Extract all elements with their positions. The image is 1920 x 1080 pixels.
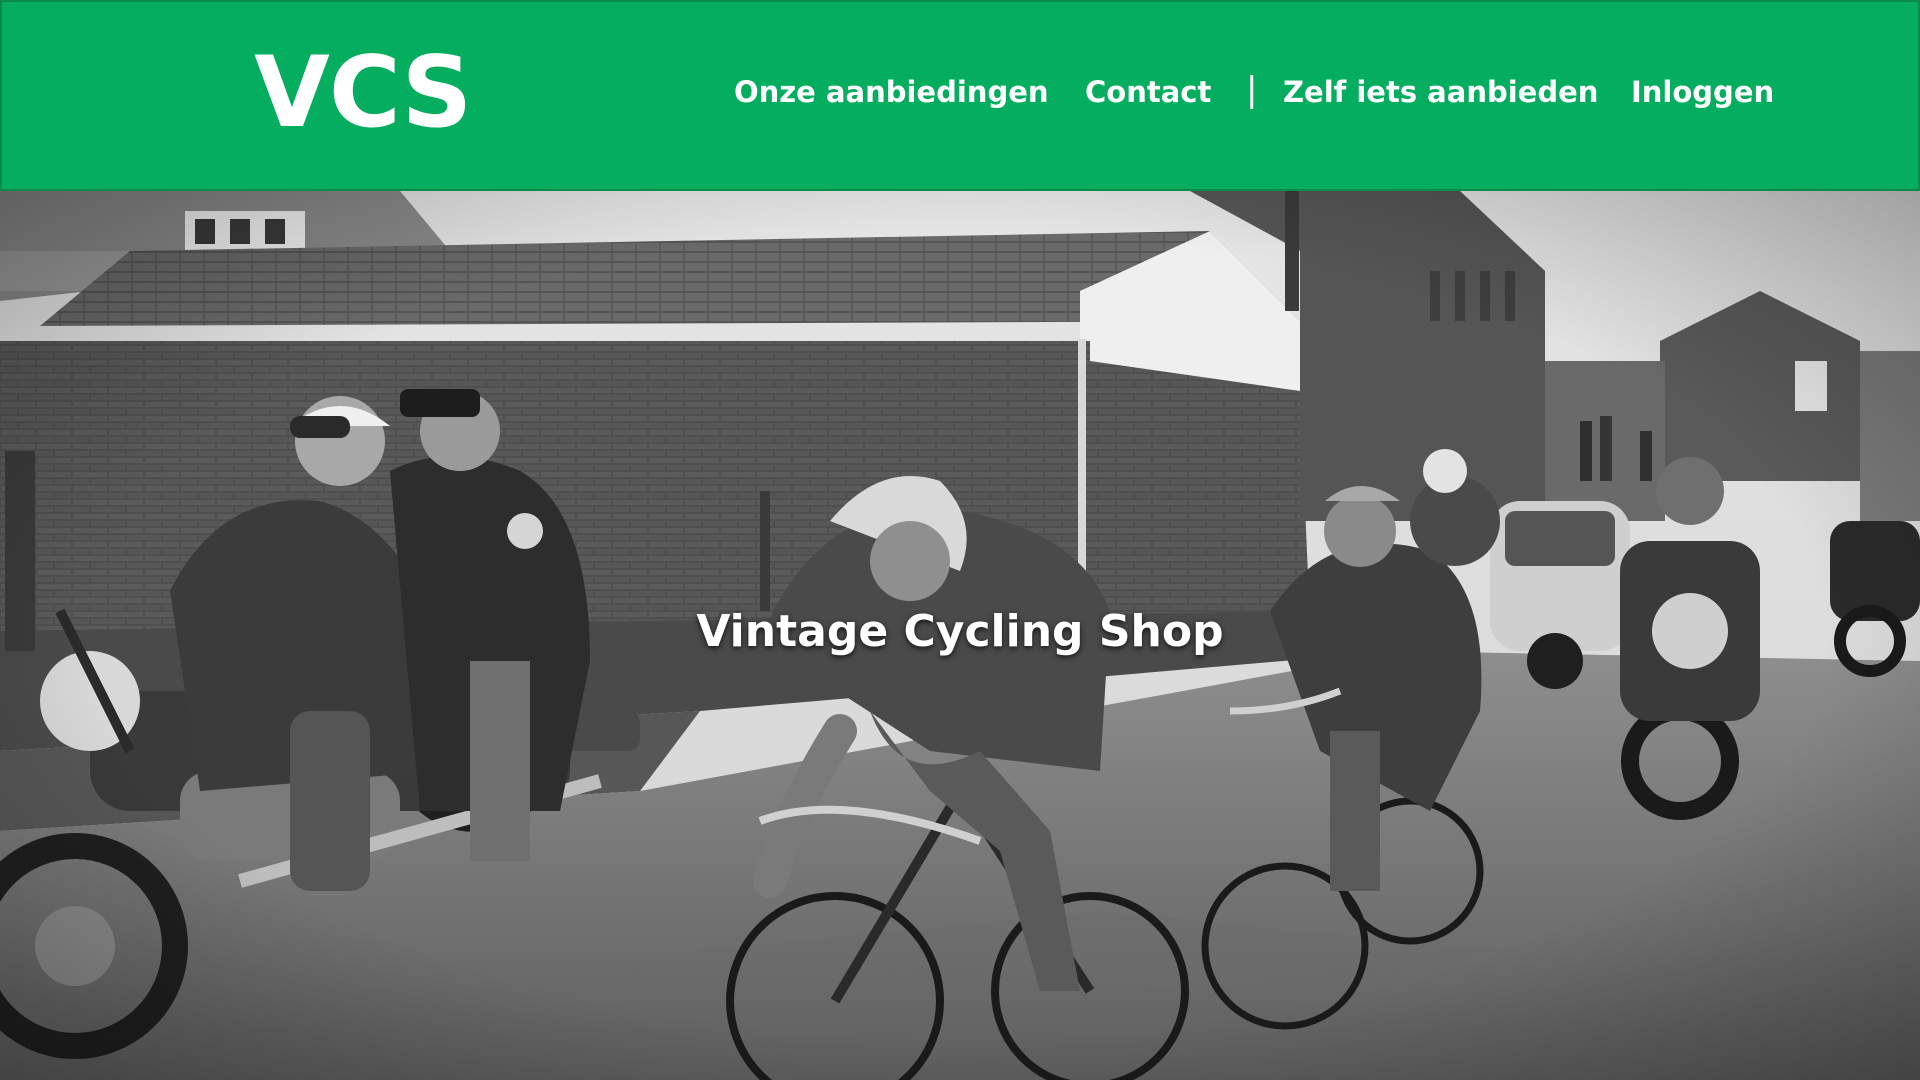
nav-link-onze-aanbiedingen[interactable]: Onze aanbiedingen xyxy=(734,64,1049,120)
hero-photo xyxy=(0,191,1920,1080)
nav-link-zelf-iets-aanbieden[interactable]: Zelf iets aanbieden xyxy=(1283,64,1598,120)
site-header: VCS Onze aanbiedingen Contact | Zelf iet… xyxy=(0,0,1920,191)
main-nav: Onze aanbiedingen Contact | Zelf iets aa… xyxy=(2,64,1920,120)
nav-link-inloggen[interactable]: Inloggen xyxy=(1631,64,1774,120)
nav-link-contact[interactable]: Contact xyxy=(1085,64,1211,120)
hero-banner: Vintage Cycling Shop xyxy=(0,191,1920,1080)
nav-separator: | xyxy=(1246,70,1258,110)
